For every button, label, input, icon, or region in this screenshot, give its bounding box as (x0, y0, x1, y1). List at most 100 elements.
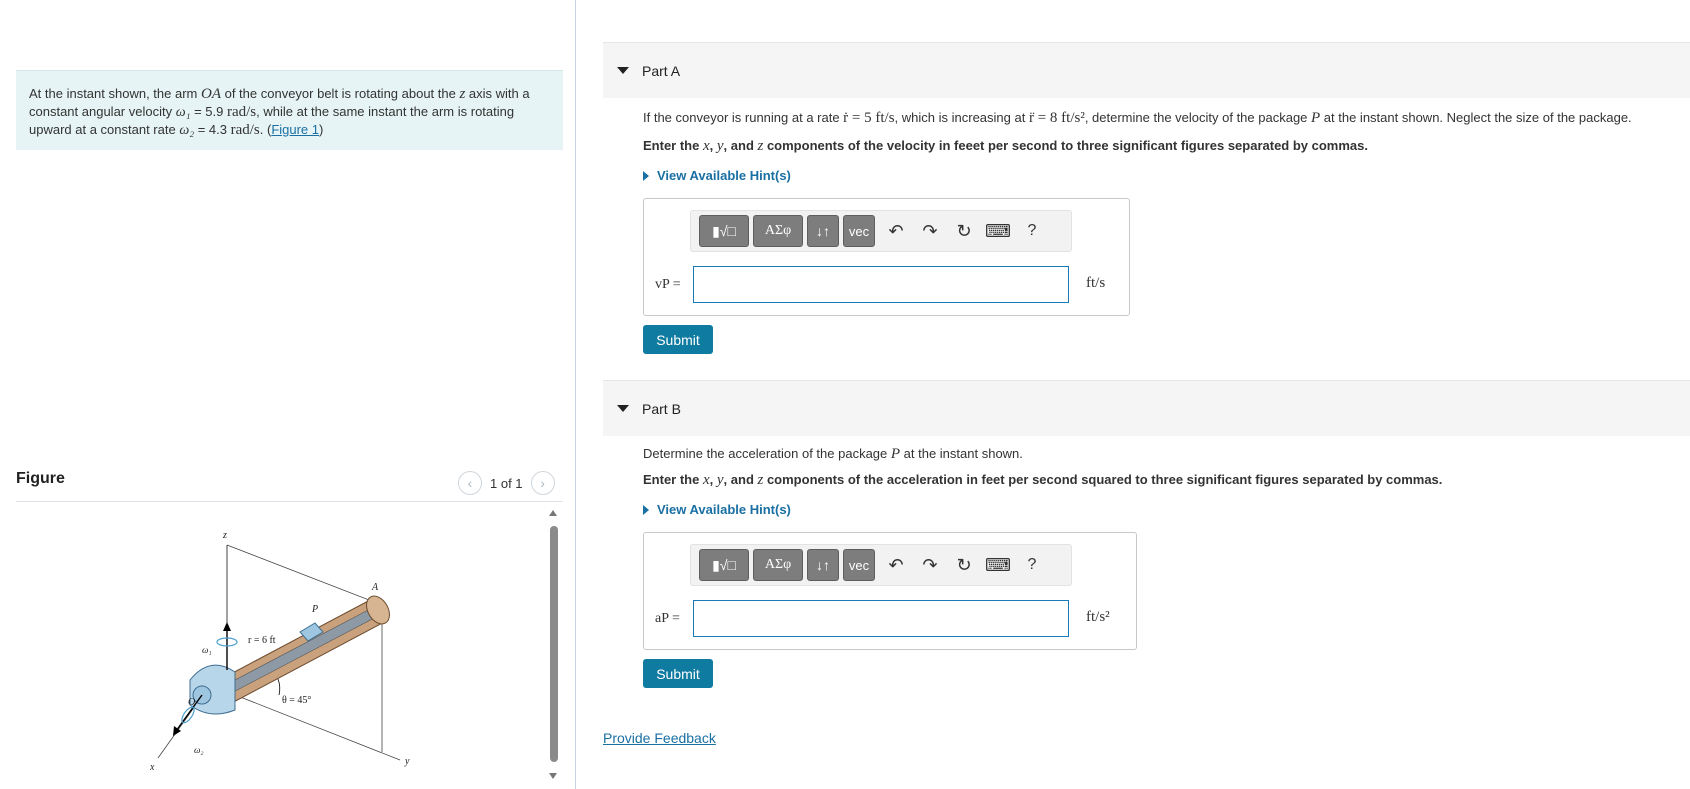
velocity-answer-input[interactable] (693, 266, 1069, 303)
arrow-head (223, 622, 231, 631)
question-text: , determine the velocity of the package (1084, 110, 1312, 125)
acceleration-answer-input[interactable] (693, 600, 1069, 637)
greek-symbols-button[interactable]: ΑΣφ (753, 215, 803, 247)
caret-right-icon (643, 504, 649, 515)
part-b-submit-button[interactable]: Submit (643, 659, 713, 688)
r-label: r = 6 ft (248, 635, 276, 646)
figure-counter: 1 of 1 (490, 475, 523, 491)
problem-statement: At the instant shown, the arm OA of the … (16, 70, 563, 150)
instruction-text: Enter the (643, 138, 703, 153)
question-text: at the instant shown. Neglect the size o… (1320, 110, 1632, 125)
scrollbar-thumb[interactable] (550, 526, 558, 762)
z-label: z (222, 530, 227, 541)
help-button[interactable]: ? (1015, 549, 1049, 581)
math-toolbar: ▮√□ ΑΣφ ↓↑ vec ↶ ↷ ↻ ⌨ ? (690, 210, 1072, 252)
theta-arc (277, 678, 281, 696)
instruction-text: , and (723, 472, 758, 487)
omega1-label: ω₁ (202, 645, 211, 655)
omega2-symbol: ω₂ (179, 123, 195, 138)
instruction-text: , and (723, 138, 758, 153)
template-button[interactable]: ▮√□ (699, 215, 749, 247)
right-pane: Part A If the conveyor is running at a r… (577, 0, 1690, 789)
omega2-label: ω₂ (194, 745, 203, 755)
y-label: y (404, 756, 410, 767)
problem-text: axis with a (465, 86, 530, 101)
instruction-text: Enter the (643, 472, 703, 487)
keyboard-icon[interactable]: ⌨ (981, 549, 1015, 581)
part-b-hint-toggle[interactable]: View Available Hint(s) (643, 502, 791, 517)
undo-icon[interactable]: ↶ (879, 215, 913, 247)
caret-down-icon (617, 405, 629, 412)
divider (16, 501, 563, 502)
part-a-answer-box: ▮√□ ΑΣφ ↓↑ vec ↶ ↷ ↻ ⌨ ? vP = ft/s (643, 198, 1130, 316)
omega1-value: = 5.9 (190, 104, 227, 119)
caret-right-icon (643, 170, 649, 181)
part-b-question: Determine the acceleration of the packag… (643, 446, 1023, 463)
help-button[interactable]: ? (1015, 215, 1049, 247)
redo-icon[interactable]: ↷ (913, 215, 947, 247)
undo-icon[interactable]: ↶ (879, 549, 913, 581)
part-a-instructions: Enter the x, y, and z components of the … (643, 138, 1368, 155)
p-label: P (311, 604, 318, 615)
rdot-expr: ṙ = 5 ft/s (843, 110, 895, 126)
subscript-superscript-button[interactable]: ↓↑ (807, 215, 839, 247)
o-label: O (188, 697, 195, 708)
reset-icon[interactable]: ↻ (947, 549, 981, 581)
part-a-title: Part A (642, 62, 681, 79)
left-pane: At the instant shown, the arm OA of the … (0, 0, 576, 789)
package-symbol: P (1311, 110, 1321, 126)
part-a-header[interactable]: Part A (603, 42, 1690, 98)
question-text: , which is increasing at (894, 110, 1029, 125)
problem-text: upward at a constant rate (29, 122, 180, 137)
keyboard-icon[interactable]: ⌨ (981, 215, 1015, 247)
omega1-symbol: ω₁ (175, 105, 191, 120)
problem-text: , while at the same instant the arm is r… (256, 104, 515, 119)
chevron-left-icon[interactable]: ‹ (458, 471, 482, 495)
y-symbol: y (716, 138, 724, 154)
vector-button[interactable]: vec (843, 215, 875, 247)
y-symbol: y (716, 472, 724, 488)
redo-icon[interactable]: ↷ (913, 549, 947, 581)
unit-rads: rad/s (226, 104, 257, 120)
omega2-value: = 4.3 (194, 122, 231, 137)
instruction-text: components of the velocity in feeet per … (763, 138, 1368, 153)
a-label: A (371, 582, 379, 593)
x-label: x (150, 762, 155, 770)
acceleration-unit: ft/s² (1086, 609, 1110, 625)
instruction-text: components of the acceleration in feet p… (763, 472, 1443, 487)
problem-text: ) (319, 122, 324, 137)
velocity-unit: ft/s (1086, 275, 1106, 291)
instruction-text: , (709, 138, 717, 153)
greek-symbols-button[interactable]: ΑΣφ (753, 549, 803, 581)
conveyor-figure: z x y A P O r = 6 ft θ = 45° ω₁ ω₂ (150, 530, 410, 770)
figure-title: Figure (16, 470, 65, 487)
question-text: Determine the acceleration of the packag… (643, 446, 891, 461)
chevron-right-icon[interactable]: › (530, 471, 555, 495)
part-b-header[interactable]: Part B (603, 380, 1690, 436)
hint-label: View Available Hint(s) (657, 168, 791, 183)
problem-text: At the instant shown, the arm (29, 86, 201, 101)
figure-link[interactable]: Figure 1 (271, 122, 319, 137)
caret-down-icon (617, 67, 629, 74)
vector-button[interactable]: vec (843, 549, 875, 581)
subscript-superscript-button[interactable]: ↓↑ (807, 549, 839, 581)
provide-feedback-link[interactable]: Provide Feedback (603, 730, 716, 746)
conveyor-belt (215, 607, 379, 699)
scroll-up-arrow[interactable] (549, 510, 557, 516)
figure-pagination: ‹ 1 of 1 › (458, 471, 555, 495)
template-button[interactable]: ▮√□ (699, 549, 749, 581)
rddot-expr: r̈ = 8 ft/s² (1028, 110, 1085, 126)
scroll-down-arrow[interactable] (549, 773, 557, 779)
arm-symbol: OA (200, 86, 221, 102)
part-a-question: If the conveyor is running at a rate ṙ =… (643, 110, 1632, 127)
part-a-submit-button[interactable]: Submit (643, 325, 713, 354)
problem-text: of the conveyor belt is rotating about t… (220, 86, 460, 101)
reference-line (226, 544, 383, 606)
x-symbol: x (702, 472, 710, 488)
part-a-hint-toggle[interactable]: View Available Hint(s) (643, 168, 791, 183)
reset-icon[interactable]: ↻ (947, 215, 981, 247)
hint-label: View Available Hint(s) (657, 502, 791, 517)
math-toolbar: ▮√□ ΑΣφ ↓↑ vec ↶ ↷ ↻ ⌨ ? (690, 544, 1072, 586)
x-symbol: x (702, 138, 710, 154)
part-b-title: Part B (642, 400, 681, 417)
